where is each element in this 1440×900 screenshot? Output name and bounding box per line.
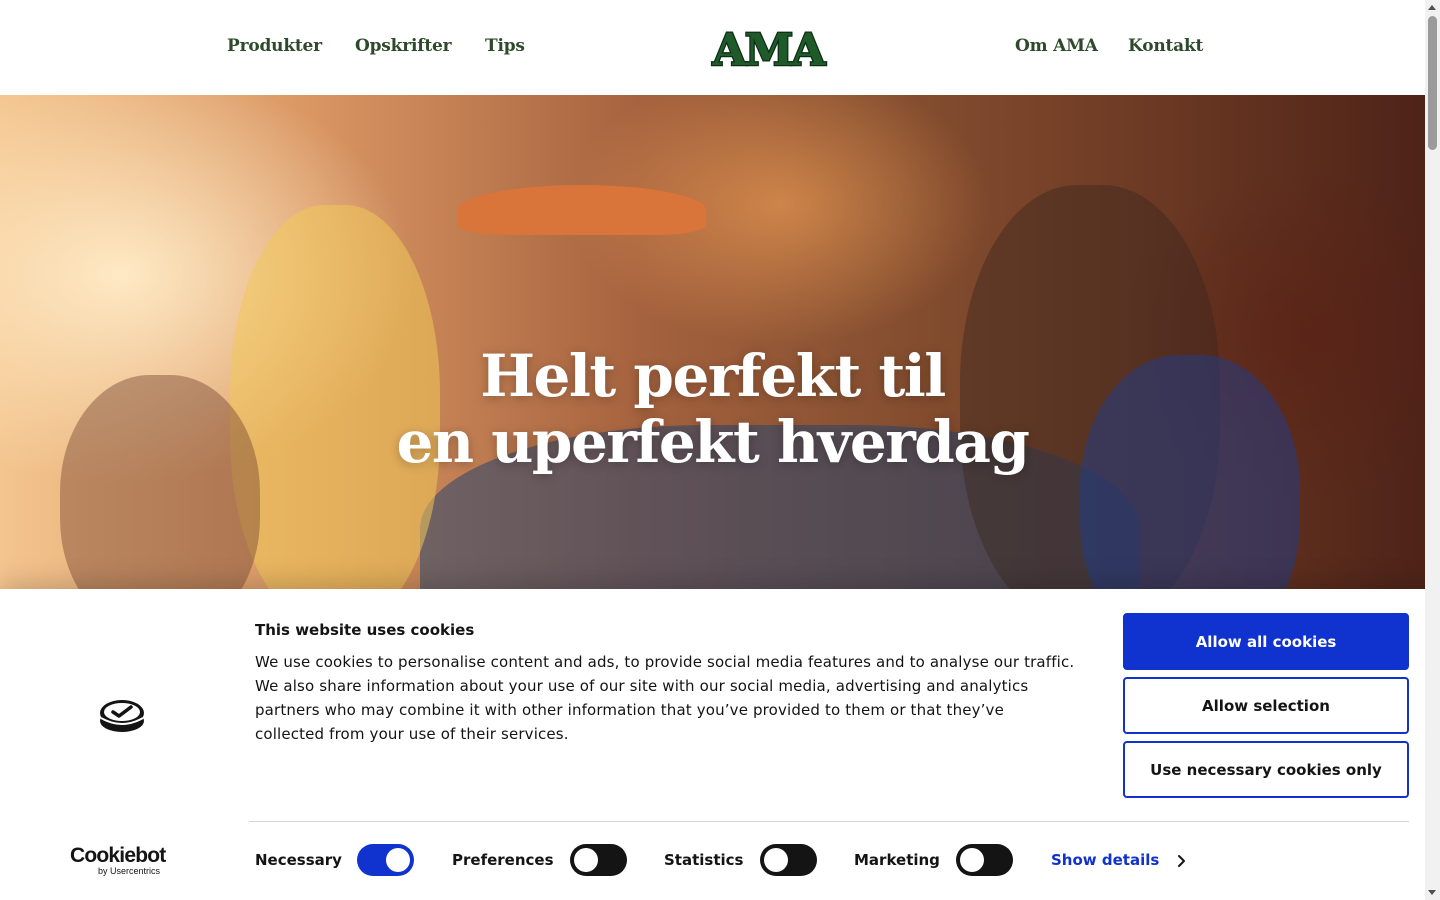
toggle-knob [386, 848, 410, 872]
allow-all-cookies-button[interactable]: Allow all cookies [1123, 613, 1409, 670]
hero-headline-line2: en uperfekt hverdag [396, 408, 1031, 476]
nav-om-ama[interactable]: Om AMA [1015, 36, 1098, 56]
toggle-knob [764, 848, 788, 872]
svg-text:AMA: AMA [712, 25, 827, 72]
consent-label-statistics: Statistics [664, 851, 744, 869]
site-header: Produkter Opskrifter Tips AMA Om AMA Kon… [0, 0, 1425, 95]
toggle-preferences[interactable] [570, 844, 627, 876]
show-details-link[interactable]: Show details [1051, 851, 1159, 869]
cookie-consent-banner: This website uses cookies We use cookies… [0, 589, 1425, 900]
cookiebot-brand-name: Cookiebot [70, 844, 166, 867]
cookiebot-logo[interactable]: Cookiebot by Usercentrics [70, 845, 180, 879]
consent-label-marketing: Marketing [854, 851, 940, 869]
chevron-right-icon[interactable] [1177, 854, 1187, 868]
ama-logo[interactable]: AMA [698, 24, 838, 72]
hero-headline: Helt perfekt til en uperfekt hverdag [0, 343, 1425, 475]
nav-kontakt[interactable]: Kontakt [1128, 36, 1203, 56]
page-scrollbar[interactable] [1425, 0, 1440, 900]
scroll-thumb[interactable] [1428, 16, 1437, 150]
toggle-statistics[interactable] [760, 844, 817, 876]
toggle-knob [960, 848, 984, 872]
toggle-marketing[interactable] [956, 844, 1013, 876]
consent-label-preferences: Preferences [452, 851, 554, 869]
allow-selection-button[interactable]: Allow selection [1123, 677, 1409, 734]
necessary-cookies-only-button[interactable]: Use necessary cookies only [1123, 741, 1409, 798]
cookie-consent-icon [100, 700, 144, 732]
toggle-knob [574, 848, 598, 872]
cookiebot-brand-sub: by Usercentrics [98, 866, 161, 876]
nav-tips[interactable]: Tips [485, 36, 525, 56]
nav-produkter[interactable]: Produkter [227, 36, 322, 56]
cookie-banner-title: This website uses cookies [255, 621, 475, 639]
scroll-down-arrow-icon[interactable] [1428, 890, 1436, 895]
consent-label-necessary: Necessary [255, 851, 342, 869]
hero-photo-lamp [458, 185, 706, 235]
scroll-up-arrow-icon[interactable] [1428, 5, 1436, 10]
hero-headline-line1: Helt perfekt til [480, 342, 946, 410]
cookie-banner-divider [249, 821, 1409, 822]
toggle-necessary[interactable] [357, 844, 414, 876]
cookie-banner-body: We use cookies to personalise content an… [255, 653, 1075, 743]
nav-opskrifter[interactable]: Opskrifter [355, 36, 452, 56]
hero-banner: Helt perfekt til en uperfekt hverdag [0, 95, 1425, 595]
